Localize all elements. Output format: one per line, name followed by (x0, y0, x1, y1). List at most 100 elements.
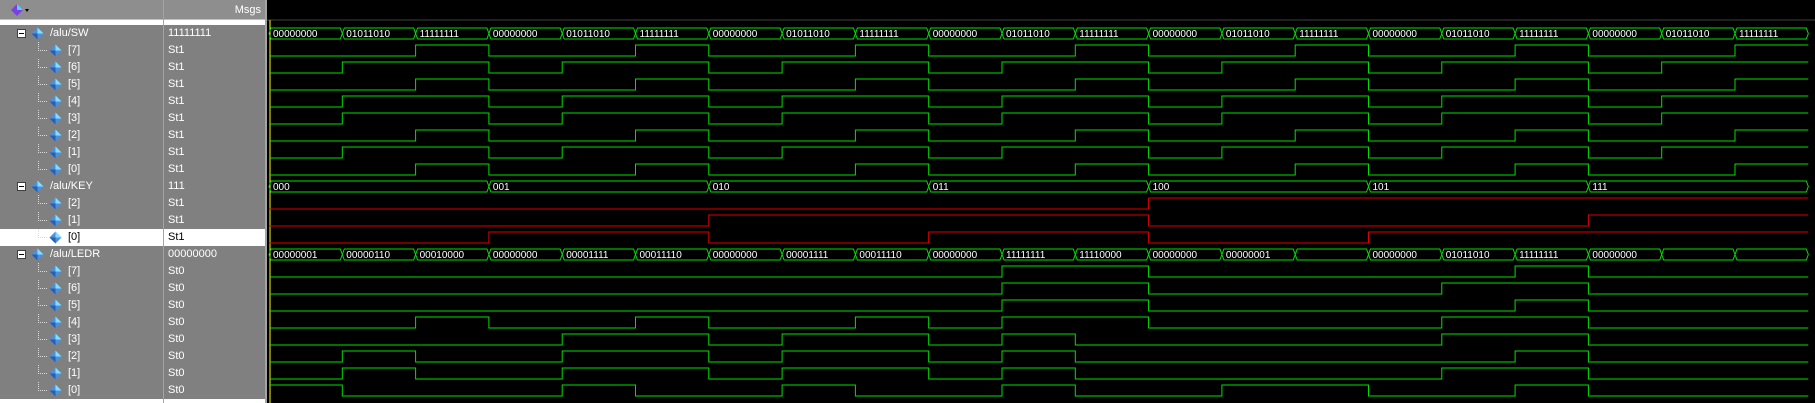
signal-bit-row[interactable]: [3] (0, 110, 163, 127)
signal-group-row[interactable]: /alu/SW (0, 25, 163, 42)
ledr-bit-wave (269, 282, 1809, 295)
signal-icon (31, 248, 44, 261)
tree-line (38, 76, 39, 85)
signal-bit-row[interactable]: [6] (0, 59, 163, 76)
signal-value-row[interactable]: St0 (164, 382, 265, 399)
signal-value-row[interactable]: St1 (164, 93, 265, 110)
signal-value-row[interactable]: St1 (164, 144, 265, 161)
signal-icon (49, 367, 62, 380)
collapse-toggle-icon[interactable] (17, 182, 26, 191)
tree-connector (38, 237, 47, 238)
signal-bit-row[interactable]: [1] (0, 144, 163, 161)
signal-value-row[interactable]: St1 (164, 212, 265, 229)
signal-value-row[interactable]: 00000000 (164, 246, 265, 263)
collapse-toggle-icon[interactable] (17, 250, 26, 259)
signal-value-row[interactable]: St1 (164, 59, 265, 76)
sw-bus-label: 00000000 (1592, 29, 1637, 40)
signal-bit-row[interactable]: [5] (0, 76, 163, 93)
tree-line (38, 195, 39, 204)
tree-line (38, 229, 39, 238)
signal-value-row[interactable]: St0 (164, 263, 265, 280)
signal-icon (49, 146, 62, 159)
signal-value-row[interactable]: St1 (164, 161, 265, 178)
signal-bit-row[interactable]: [7] (0, 42, 163, 59)
ledr-bus-label: 00001111 (566, 250, 609, 261)
tree-connector (38, 390, 47, 391)
signal-bit-row[interactable]: [2] (0, 195, 163, 212)
sw-bit-wave (269, 44, 1809, 57)
ledr-bus-label: 11111111 (1519, 250, 1559, 261)
signal-name: [3] (68, 333, 81, 345)
sw-bus-label: 00000000 (933, 29, 978, 40)
names-header (0, 0, 163, 20)
sw-bus-label: 11111111 (1739, 29, 1779, 40)
signal-value-row[interactable]: St0 (164, 297, 265, 314)
signal-icon (49, 299, 62, 312)
signal-value: St1 (168, 163, 185, 175)
signal-value: St1 (168, 231, 185, 243)
signal-name: [4] (68, 95, 81, 107)
tree-connector (38, 135, 47, 136)
signal-value-row[interactable]: St0 (164, 331, 265, 348)
ledr-bus-label: 11111111 (1006, 250, 1046, 261)
waveform-canvas[interactable]: 00000000 01011010 11111111 00000000 01011010… (267, 0, 1815, 403)
wave-options-icon[interactable] (10, 3, 30, 17)
key-bus-segment (1587, 180, 1809, 193)
collapse-toggle-icon[interactable] (17, 29, 26, 38)
key-bus-segment (708, 180, 930, 193)
key-bus-label: 011 (933, 182, 949, 193)
signal-icon (49, 129, 62, 142)
sw-bus-label: 11111111 (1519, 29, 1559, 40)
signal-bit-row[interactable]: [2] (0, 348, 163, 365)
signal-icon (49, 231, 62, 244)
ledr-bus-label: 00000000 (713, 250, 758, 261)
signal-bit-row[interactable]: [5] (0, 297, 163, 314)
signal-bit-row[interactable]: [4] (0, 314, 163, 331)
tree-connector (38, 305, 47, 306)
sw-bit-wave (269, 129, 1809, 142)
signal-value: St1 (168, 78, 185, 90)
tree-line (38, 365, 39, 374)
signal-value-row[interactable]: St1 (164, 229, 265, 246)
waveform-pane[interactable]: 00000000 01011010 11111111 00000000 01011010… (267, 0, 1815, 403)
signal-name: [0] (68, 384, 81, 396)
signal-bit-row[interactable]: [3] (0, 331, 163, 348)
signal-value-row[interactable]: St1 (164, 42, 265, 59)
signal-group-row[interactable]: /alu/LEDR (0, 246, 163, 263)
key-bit-wave (269, 214, 1809, 227)
signal-value-row[interactable]: St0 (164, 348, 265, 365)
signal-icon (49, 44, 62, 57)
tree-connector (38, 288, 47, 289)
signal-bit-row[interactable]: [2] (0, 127, 163, 144)
tree-connector (38, 84, 47, 85)
signal-icon (49, 214, 62, 227)
signal-value-row[interactable]: 11111111 (164, 25, 265, 42)
key-bit-wave (269, 231, 1809, 244)
signal-name: [7] (68, 44, 81, 56)
signal-value-row[interactable]: St1 (164, 110, 265, 127)
signal-bit-row[interactable]: [0] (0, 229, 163, 246)
ledr-bus-label: 01011010 (1446, 250, 1490, 261)
signal-bit-row[interactable]: [1] (0, 212, 163, 229)
signal-value-row[interactable]: 111 (164, 178, 265, 195)
signal-value-row[interactable]: St1 (164, 76, 265, 93)
tree-connector (38, 67, 47, 68)
tree-line (38, 263, 39, 272)
signal-group-row[interactable]: /alu/KEY (0, 178, 163, 195)
signal-bit-row[interactable]: [6] (0, 280, 163, 297)
signal-bit-row[interactable]: [7] (0, 263, 163, 280)
tree-line (38, 348, 39, 357)
signal-icon (31, 180, 44, 193)
signal-bit-row[interactable]: [1] (0, 365, 163, 382)
sw-bit-wave (269, 61, 1809, 74)
tree-line (38, 331, 39, 340)
signal-value-row[interactable]: St1 (164, 195, 265, 212)
signal-value-row[interactable]: St0 (164, 280, 265, 297)
signal-bit-row[interactable]: [0] (0, 382, 163, 399)
signal-value-row[interactable]: St1 (164, 127, 265, 144)
signal-bit-row[interactable]: [4] (0, 93, 163, 110)
signal-name: [3] (68, 112, 81, 124)
signal-bit-row[interactable]: [0] (0, 161, 163, 178)
signal-value-row[interactable]: St0 (164, 314, 265, 331)
signal-value-row[interactable]: St0 (164, 365, 265, 382)
